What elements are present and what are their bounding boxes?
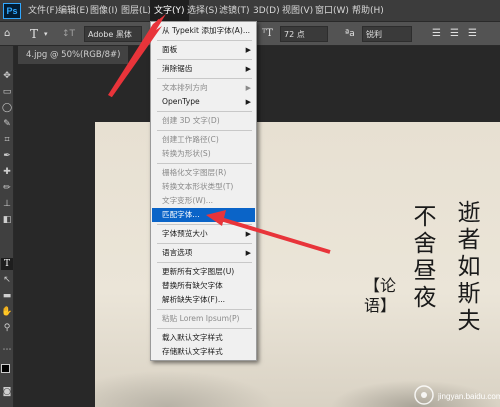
type-menu-dropdown: 从 Typekit 添加字体(A)... 面板 ▶ 消除锯齿 ▶ 文本排列方向 ▶ O… — [150, 21, 257, 361]
mountain-shape-left — [95, 370, 275, 407]
text-orientation-icon[interactable]: ↕T — [62, 26, 75, 42]
menu-create-work-path[interactable]: 创建工作路径(C) — [152, 133, 255, 147]
chevron-right-icon: ▶ — [245, 98, 251, 106]
menu-update-all-text-layers[interactable]: 更新所有文字图层(U) — [152, 265, 255, 279]
menu-opentype[interactable]: OpenType ▶ — [152, 95, 255, 109]
menu-language-options[interactable]: 语言选项 ▶ — [152, 246, 255, 260]
shape-tool-icon[interactable]: ▬ — [1, 290, 13, 302]
menu-text-orientation[interactable]: 文本排列方向 ▶ — [152, 81, 255, 95]
font-size-icon: ᵀT — [262, 28, 273, 39]
quick-select-tool-icon[interactable]: ✎ — [1, 118, 13, 130]
menu-warp-text[interactable]: 文字变形(W)... — [152, 194, 255, 208]
menu-separator — [157, 224, 252, 225]
brush-tool-icon[interactable]: ✏ — [1, 182, 13, 194]
menu-window[interactable]: 窗口(W) — [311, 0, 353, 22]
menu-convert-to-shape[interactable]: 转换为形状(S) — [152, 147, 255, 161]
marquee-tool-icon[interactable]: ▭ — [1, 86, 13, 98]
menu-panels[interactable]: 面板 ▶ — [152, 43, 255, 57]
lasso-tool-icon[interactable]: ◯ — [1, 102, 13, 114]
menu-match-font[interactable]: 匹配字体... — [152, 208, 255, 222]
font-family-field[interactable]: Adobe 黑体 Std — [84, 26, 142, 55]
calligraphy-column-1: 逝者如斯夫 — [457, 200, 481, 334]
menu-resolve-missing-fonts[interactable]: 解析缺失字体(F)... — [152, 293, 255, 307]
document-tab[interactable]: 4.jpg @ 50%(RGB/8#) — [18, 46, 129, 64]
eraser-tool-icon[interactable]: ◧ — [1, 214, 13, 226]
move-tool-icon[interactable]: ✥ — [1, 70, 13, 82]
menu-separator — [157, 40, 252, 41]
chevron-right-icon: ▶ — [245, 46, 251, 54]
quick-mask-icon[interactable]: ◙ — [1, 386, 13, 398]
type-tool-icon[interactable]: T — [1, 258, 13, 270]
chevron-right-icon: ▶ — [245, 65, 251, 73]
path-selection-tool-icon[interactable]: ↖ — [1, 274, 13, 286]
hand-tool-icon[interactable]: ✋ — [1, 306, 13, 318]
photoshop-logo[interactable]: Ps — [3, 3, 21, 19]
align-center-icon[interactable]: ☰ — [450, 26, 459, 42]
menu-rasterize-type-layer[interactable]: 栅格化文字图层(R) — [152, 166, 255, 180]
watermark-text: jingyan.baidu.com — [438, 392, 500, 401]
menu-add-typekit-fonts[interactable]: 从 Typekit 添加字体(A)... — [152, 24, 255, 38]
chevron-down-icon[interactable]: ▾ — [44, 26, 48, 42]
align-left-icon[interactable]: ☰ — [432, 26, 441, 42]
menu-separator — [157, 78, 252, 79]
align-right-icon[interactable]: ☰ — [468, 26, 477, 42]
menu-separator — [157, 309, 252, 310]
antialias-select[interactable]: 锐利 — [362, 26, 412, 42]
menu-save-default-type-styles[interactable]: 存储默认文字样式 — [152, 345, 255, 359]
menu-load-default-type-styles[interactable]: 载入默认文字样式 — [152, 331, 255, 345]
clone-stamp-tool-icon[interactable]: ⊥ — [1, 198, 13, 210]
menu-create-3d-text[interactable]: 创建 3D 文字(D) — [152, 114, 255, 128]
menu-separator — [157, 328, 252, 329]
tools-panel: ✥ ▭ ◯ ✎ ⌗ ✒ ✚ ✏ ⊥ ◧ T ↖ ▬ ✋ ⚲ ⋯ ◙ — [0, 46, 14, 407]
antialias-icon: ªa — [345, 29, 355, 39]
menu-separator — [157, 59, 252, 60]
zoom-tool-icon[interactable]: ⚲ — [1, 322, 13, 334]
foreground-color-swatch[interactable] — [1, 364, 10, 373]
font-size-field[interactable]: 72 点 — [280, 26, 328, 42]
chevron-right-icon: ▶ — [245, 230, 251, 238]
menu-convert-text-shape-type[interactable]: 转换文本形状类型(T) — [152, 180, 255, 194]
menu-separator — [157, 130, 252, 131]
menu-replace-missing-fonts[interactable]: 替换所有缺欠字体 — [152, 279, 255, 293]
menu-filter[interactable]: 滤镜(T) — [215, 0, 254, 22]
menu-font-preview-size[interactable]: 字体预览大小 ▶ — [152, 227, 255, 241]
more-tools-icon[interactable]: ⋯ — [1, 344, 13, 356]
calligraphy-column-2: 不舍昼夜 — [413, 204, 437, 311]
document-tab-bar: 4.jpg @ 50%(RGB/8#) — [14, 46, 500, 64]
menu-separator — [157, 262, 252, 263]
eyedropper-tool-icon[interactable]: ✒ — [1, 150, 13, 162]
menu-separator — [157, 163, 252, 164]
chevron-right-icon: ▶ — [245, 249, 251, 257]
menu-bar: Ps 文件(F) 编辑(E) 图像(I) 图层(L) 文字(Y) 选择(S) 滤… — [0, 0, 500, 22]
menu-anti-alias[interactable]: 消除锯齿 ▶ — [152, 62, 255, 76]
menu-separator — [157, 111, 252, 112]
type-tool-preset-icon[interactable]: T — [30, 26, 38, 42]
healing-brush-tool-icon[interactable]: ✚ — [1, 166, 13, 178]
crop-tool-icon[interactable]: ⌗ — [1, 134, 13, 146]
home-icon[interactable]: ⌂ — [4, 26, 10, 42]
menu-help[interactable]: 帮助(H) — [348, 0, 388, 22]
chevron-right-icon: ▶ — [245, 84, 251, 92]
calligraphy-seal: 【论语】 — [364, 276, 397, 315]
menu-paste-lorem-ipsum[interactable]: 粘贴 Lorem Ipsum(P) — [152, 312, 255, 326]
menu-separator — [157, 243, 252, 244]
